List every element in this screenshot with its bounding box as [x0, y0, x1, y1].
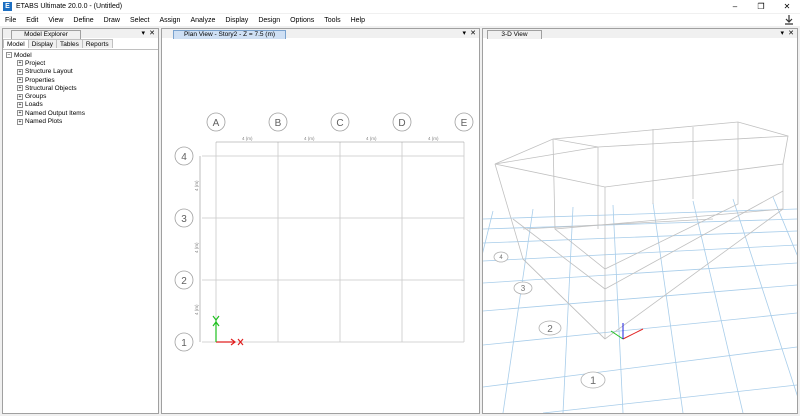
grid-bubble-d: D	[398, 118, 405, 129]
menu-file[interactable]: File	[0, 17, 21, 24]
expand-icon[interactable]: +	[17, 101, 23, 108]
menu-bar: File Edit View Define Draw Select Assign…	[0, 14, 800, 26]
panel-pin-icon[interactable]: ▾	[462, 29, 466, 37]
grid-bubble-2: 2	[181, 276, 187, 287]
3d-grid-bubble-2: 2	[547, 324, 553, 335]
download-icon[interactable]	[784, 14, 794, 26]
dimension-label: 4 (m)	[366, 136, 377, 141]
tab-display[interactable]: Display	[27, 39, 58, 48]
menu-help[interactable]: Help	[346, 17, 370, 24]
tree-root[interactable]: − Model	[3, 51, 158, 59]
dimension-label: 4 (m)	[304, 136, 315, 141]
grid-bubble-4: 4	[181, 152, 187, 163]
grid-bubble-a: A	[213, 118, 220, 129]
tree-item-label: Properties	[25, 76, 55, 84]
tree-item-properties[interactable]: + Properties	[3, 76, 158, 84]
grid-bubble-1: 1	[181, 338, 187, 349]
tree-item-label: Named Plots	[25, 118, 63, 126]
expand-icon[interactable]: +	[17, 68, 23, 75]
panel-close-icon[interactable]: ✕	[470, 29, 476, 37]
dimension-label: 4 (m)	[194, 242, 199, 253]
minimize-button[interactable]: –	[722, 0, 748, 13]
tab-model[interactable]: Model	[3, 39, 29, 48]
axis-triad-icon	[212, 315, 244, 346]
tree-item-label: Structure Layout	[25, 68, 73, 76]
tree-item-label: Project	[25, 59, 46, 67]
tree-item-label: Structural Objects	[25, 84, 77, 92]
3d-canvas[interactable]: 1 2 3 4	[483, 39, 797, 413]
dimension-label: 4 (m)	[194, 304, 199, 315]
close-window-button[interactable]: ✕	[774, 0, 800, 13]
menu-design[interactable]: Design	[253, 17, 285, 24]
maximize-button[interactable]: ❐	[748, 0, 774, 13]
title-bar: E ETABS Ultimate 20.0.0 - (Untitled) – ❐…	[0, 0, 800, 13]
ground-grid	[483, 196, 797, 413]
menu-tools[interactable]: Tools	[319, 17, 345, 24]
dimension-label: 4 (m)	[242, 136, 253, 141]
menu-draw[interactable]: Draw	[99, 17, 125, 24]
tree-item-groups[interactable]: + Groups	[3, 92, 158, 100]
grid-bubble-c: C	[336, 118, 343, 129]
menu-define[interactable]: Define	[68, 17, 98, 24]
tree-item-named-plots[interactable]: + Named Plots	[3, 117, 158, 125]
menu-edit[interactable]: Edit	[21, 17, 43, 24]
3d-view-tab[interactable]: 3-D View	[487, 30, 542, 39]
menu-assign[interactable]: Assign	[154, 17, 185, 24]
expand-icon[interactable]: +	[17, 93, 23, 100]
3d-grid-bubble-3: 3	[521, 284, 526, 293]
expand-icon[interactable]: +	[17, 110, 23, 117]
expand-icon[interactable]: +	[17, 85, 23, 92]
grid-bubble-e: E	[461, 118, 468, 129]
tree-item-project[interactable]: + Project	[3, 59, 158, 67]
plan-view-panel: Plan View - Story2 - Z = 7.5 (m) ▾ ✕ 4 (…	[161, 28, 480, 414]
etabs-app-icon: E	[3, 2, 12, 11]
panel-pin-icon[interactable]: ▾	[780, 29, 784, 37]
tree-item-label: Named Output Items	[25, 109, 85, 117]
dimension-label: 4 (m)	[194, 180, 199, 191]
panel-close-icon[interactable]: ✕	[788, 29, 794, 37]
expand-icon[interactable]: +	[17, 60, 23, 67]
grid-bubble-3: 3	[181, 214, 187, 225]
model-explorer-panel: Model Explorer ▾ ✕ Model Display Tables …	[2, 28, 159, 414]
tab-reports[interactable]: Reports	[81, 39, 113, 48]
window-title: ETABS Ultimate 20.0.0 - (Untitled)	[16, 3, 123, 10]
dimension-label: 4 (m)	[428, 136, 439, 141]
expand-icon[interactable]: +	[17, 118, 23, 125]
menu-analyze[interactable]: Analyze	[185, 17, 220, 24]
tab-tables[interactable]: Tables	[56, 39, 83, 48]
tree-item-label: Loads	[25, 101, 43, 109]
collapse-icon[interactable]: −	[6, 52, 12, 59]
tree-item-structural-objects[interactable]: + Structural Objects	[3, 84, 158, 92]
tree-item-loads[interactable]: + Loads	[3, 101, 158, 109]
panel-pin-icon[interactable]: ▾	[141, 29, 145, 37]
grid-bubble-b: B	[275, 118, 282, 129]
plan-grid-canvas[interactable]: 4 (m) 4 (m) 4 (m) 4 (m) 4 (m) 4 (m) 4 (m…	[162, 39, 479, 413]
menu-view[interactable]: View	[43, 17, 68, 24]
3d-grid-bubble-1: 1	[590, 375, 596, 387]
3d-view-panel: 3-D View ▾ ✕ 1 2 3 4	[482, 28, 798, 414]
expand-icon[interactable]: +	[17, 77, 23, 84]
panel-close-icon[interactable]: ✕	[149, 29, 155, 37]
tree-item-structure-layout[interactable]: + Structure Layout	[3, 68, 158, 76]
menu-options[interactable]: Options	[285, 17, 319, 24]
model-tree: − Model + Project + Structure Layout + P…	[3, 49, 158, 413]
model-explorer-title: Model Explorer	[11, 30, 81, 39]
tree-item-named-output-items[interactable]: + Named Output Items	[3, 109, 158, 117]
tree-item-label: Groups	[25, 93, 47, 101]
tree-root-label: Model	[14, 51, 32, 59]
menu-select[interactable]: Select	[125, 17, 154, 24]
plan-view-tab[interactable]: Plan View - Story2 - Z = 7.5 (m)	[173, 30, 286, 39]
menu-display[interactable]: Display	[220, 17, 253, 24]
